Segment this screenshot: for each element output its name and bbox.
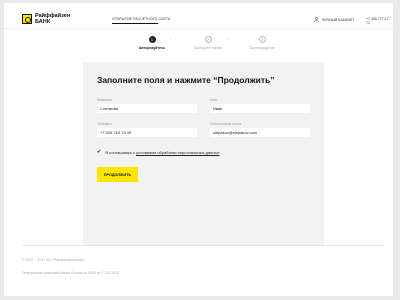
personal-account-label: Личный кабинет	[322, 17, 355, 22]
phone-label: Телефон	[97, 122, 112, 126]
continue-button[interactable]: Продолжить	[97, 167, 138, 182]
step-2-label: Выберите тариф	[194, 46, 222, 50]
step-3: 3 Подтверждение	[232, 36, 292, 50]
name-input[interactable]: Иван	[210, 104, 310, 113]
personal-account-link[interactable]: Личный кабинет	[314, 17, 354, 22]
name-field: Имя Иван	[210, 98, 310, 113]
chevron-right-icon: ›	[170, 37, 172, 43]
consent-prefix: Я соглашаюсь с	[105, 150, 137, 155]
footer-license: Генеральная лицензия Банка России № 3292…	[22, 271, 119, 275]
nav-tab-account-opening[interactable]: Открытие расчетного счета	[112, 17, 170, 21]
surname-input[interactable]: Слепкова	[97, 104, 197, 113]
logo-text: Райффайзен БАНК	[35, 13, 70, 25]
registration-form: Заполните поля и нажмите “Продолжить” Фа…	[83, 62, 324, 245]
step-1-label: Авторизуйтесь	[138, 46, 166, 50]
footer-copyright: © 2002 – 2017 АО «Райффайзенбанк»	[22, 258, 85, 262]
email-label: Электронная почта	[210, 122, 242, 126]
phone-input[interactable]: +7 926 763 76 45	[97, 128, 197, 137]
logo[interactable]: Райффайзен БАНК	[22, 13, 70, 25]
header-divider	[4, 28, 393, 29]
surname-label: Фамилия	[97, 98, 112, 102]
step-3-circle: 3	[258, 36, 266, 43]
step-2-circle: 2	[204, 36, 212, 43]
email-input[interactable]: slepakov@slepakov.com	[210, 128, 310, 137]
phone-field: Телефон +7 926 763 76 45	[97, 122, 197, 137]
step-2: 2 Выберите тариф	[178, 36, 238, 50]
form-title: Заполните поля и нажмите “Продолжить”	[97, 75, 275, 85]
consent-link[interactable]: условиями обработки персональных данных	[136, 150, 219, 155]
stepper: 1 Авторизуйтесь › 2 Выберите тариф › 3 П…	[122, 36, 292, 56]
step-3-label: Подтверждение	[249, 46, 275, 50]
nav-tab-underline	[112, 23, 158, 24]
name-label: Имя	[210, 98, 217, 102]
checkmark-icon[interactable]: ✔	[97, 150, 101, 155]
user-icon	[314, 17, 319, 22]
step-1: 1 Авторизуйтесь	[122, 36, 182, 50]
surname-field: Фамилия Слепкова	[97, 98, 197, 113]
footer-divider	[22, 245, 384, 246]
phone-number[interactable]: +7 495 777-17-71	[366, 17, 393, 25]
step-1-circle: 1	[148, 36, 156, 43]
page: Райффайзен БАНК Открытие расчетного счет…	[4, 3, 393, 296]
logo-line-2: БАНК	[35, 19, 51, 25]
raiffeisen-logo-icon	[22, 14, 32, 24]
chevron-right-icon: ›	[227, 37, 229, 43]
email-field: Электронная почта slepakov@slepakov.com	[210, 122, 310, 137]
consent-text: Я соглашаюсь с условиями обработки персо…	[105, 150, 219, 155]
consent-checkbox-row[interactable]: ✔ Я соглашаюсь с условиями обработки пер…	[97, 150, 219, 156]
